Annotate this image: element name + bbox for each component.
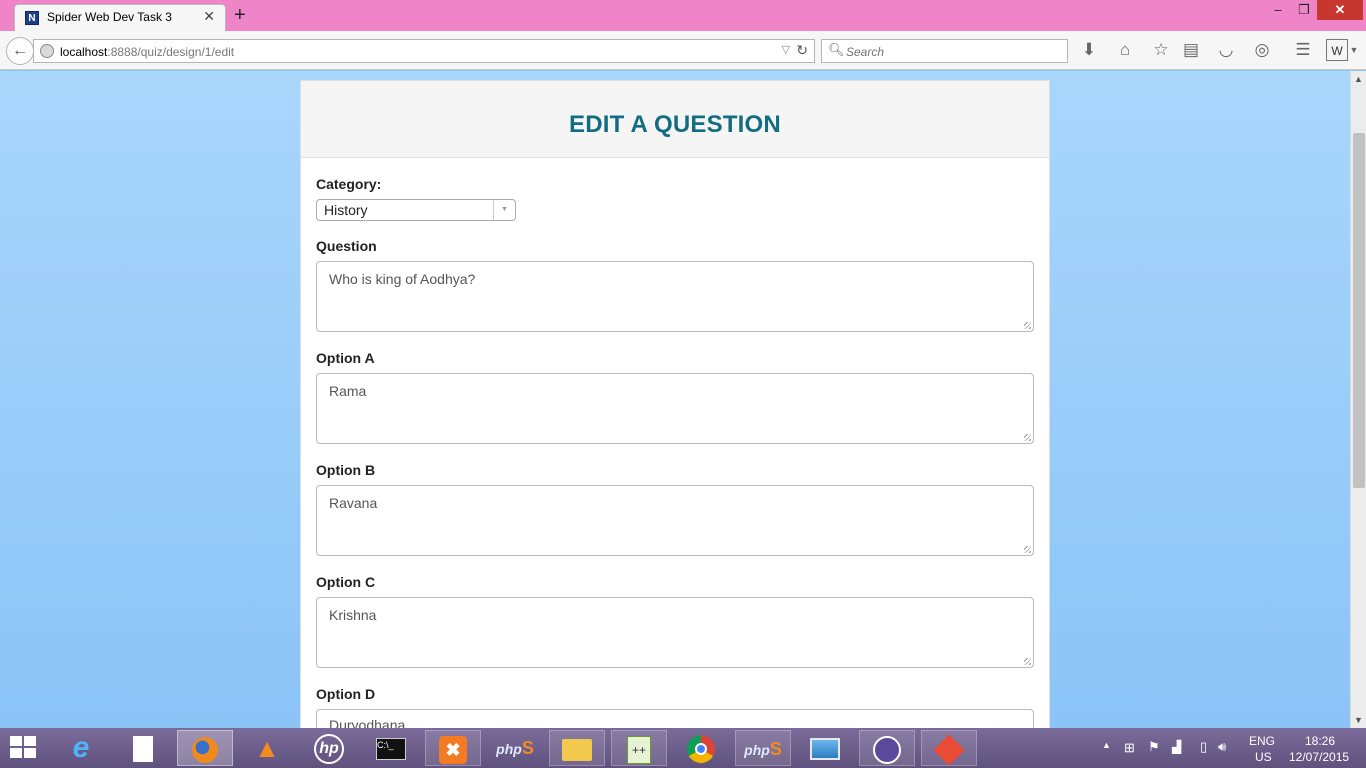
scroll-down-icon[interactable]: ▼: [1354, 715, 1363, 725]
card-header: EDIT A QUESTION: [301, 81, 1049, 158]
xampp-icon[interactable]: ✖: [425, 730, 481, 766]
page-viewport: EDIT A QUESTION Category: History ▼ Ques…: [0, 71, 1350, 728]
git-icon[interactable]: [921, 730, 977, 766]
reading-list-icon[interactable]: ▤: [1180, 39, 1202, 61]
firefox-icon[interactable]: [177, 730, 233, 766]
search-input[interactable]: [846, 43, 1046, 60]
url-host: localhost: [60, 45, 108, 59]
question-label: Question: [316, 238, 377, 254]
minimize-button[interactable]: ‒: [1268, 0, 1288, 20]
globe-icon: [40, 44, 54, 58]
menu-icon[interactable]: ☰: [1292, 39, 1314, 61]
page-scrollbar[interactable]: ▲ ▼: [1350, 71, 1366, 728]
flag-icon[interactable]: ⚑: [1148, 739, 1160, 755]
vlc-icon[interactable]: ▲: [239, 730, 295, 766]
network-signal-icon[interactable]: ▟: [1172, 740, 1181, 754]
option-a-label: Option A: [316, 350, 375, 366]
resize-grip-icon[interactable]: [1024, 434, 1031, 441]
resize-grip-icon[interactable]: [1024, 322, 1031, 329]
tab-close-icon[interactable]: ✕: [203, 8, 215, 25]
new-tab-button[interactable]: +: [234, 4, 246, 26]
category-selected-value: History: [324, 202, 368, 218]
clock-date: 12/07/2015: [1289, 750, 1350, 764]
option-a-text: Rama: [329, 383, 367, 399]
url-path: :8888/quiz/design/1/edit: [107, 45, 235, 59]
file-icon[interactable]: [115, 730, 171, 766]
option-d-text: Duryodhana: [329, 717, 406, 728]
option-c-text: Krishna: [329, 607, 377, 623]
photos-icon[interactable]: [797, 730, 853, 766]
home-icon[interactable]: ⌂: [1114, 39, 1136, 61]
navigation-toolbar: localhost:8888/quiz/design/1/edit ▽ ↻ ← …: [0, 31, 1366, 70]
option-a-textarea[interactable]: Rama: [316, 373, 1034, 444]
internet-explorer-icon[interactable]: e: [53, 730, 109, 766]
command-prompt-icon[interactable]: C:\_: [363, 730, 419, 766]
windows-taskbar: e ▲ hp C:\_ ✖ phpS ++ phpS ▲ ⊞ ⚑ ▟ ▯ 🔊︎ …: [0, 728, 1366, 768]
search-bar[interactable]: 🔍︎: [821, 39, 1068, 63]
tab-title: Spider Web Dev Task 3: [47, 10, 172, 24]
resize-grip-icon[interactable]: [1024, 546, 1031, 553]
question-text: Who is king of Aodhya?: [329, 271, 476, 287]
sync-icon[interactable]: ◎: [1251, 39, 1273, 61]
file-explorer-icon[interactable]: [549, 730, 605, 766]
edit-question-card: EDIT A QUESTION Category: History ▼ Ques…: [300, 80, 1050, 728]
resize-grip-icon[interactable]: [1024, 658, 1031, 665]
browser-tab[interactable]: N Spider Web Dev Task 3 ✕: [14, 4, 226, 31]
scroll-up-icon[interactable]: ▲: [1354, 74, 1363, 84]
option-b-textarea[interactable]: Ravana: [316, 485, 1034, 556]
option-c-textarea[interactable]: Krishna: [316, 597, 1034, 668]
extension-icon[interactable]: W: [1326, 39, 1348, 61]
show-hidden-icons-icon[interactable]: ▲: [1102, 740, 1111, 750]
action-center-icon[interactable]: ⊞: [1124, 740, 1135, 756]
notepad-plus-plus-icon[interactable]: ++: [611, 730, 667, 766]
url-history-dropdown-icon[interactable]: ▽: [782, 43, 790, 56]
option-b-label: Option B: [316, 462, 376, 478]
extension-dropdown-icon[interactable]: ▼: [1348, 39, 1360, 61]
option-b-text: Ravana: [329, 495, 378, 511]
back-button[interactable]: ←: [6, 37, 34, 65]
bookmark-star-icon[interactable]: ☆: [1150, 39, 1172, 61]
reload-icon[interactable]: ↻: [796, 42, 808, 59]
close-window-button[interactable]: ✕: [1317, 0, 1363, 20]
category-select[interactable]: History ▼: [316, 199, 516, 221]
volume-icon[interactable]: 🔊︎: [1218, 739, 1226, 755]
option-c-label: Option C: [316, 574, 376, 590]
github-icon[interactable]: [859, 730, 915, 766]
phpstorm-icon[interactable]: phpS: [487, 730, 543, 766]
option-d-textarea[interactable]: Duryodhana: [316, 709, 1034, 728]
url-text[interactable]: localhost:8888/quiz/design/1/edit: [60, 45, 234, 59]
language-indicator[interactable]: ENG: [1249, 734, 1275, 748]
hp-icon[interactable]: hp: [301, 730, 357, 766]
tab-favicon-icon: N: [25, 11, 39, 25]
windows-start-icon[interactable]: [10, 736, 38, 760]
address-bar[interactable]: localhost:8888/quiz/design/1/edit ▽ ↻: [33, 39, 815, 63]
clock-time[interactable]: 18:26: [1305, 734, 1335, 748]
category-label: Category:: [316, 176, 382, 192]
option-d-label: Option D: [316, 686, 376, 702]
restore-button[interactable]: ❐: [1294, 0, 1314, 20]
system-tray: ▲ ⊞ ⚑ ▟ ▯ 🔊︎: [1100, 728, 1240, 768]
download-icon[interactable]: ⬇: [1078, 39, 1100, 61]
page-title: EDIT A QUESTION: [569, 111, 781, 138]
battery-icon[interactable]: ▯: [1200, 739, 1207, 755]
chevron-down-icon[interactable]: ▼: [493, 200, 515, 220]
browser-titlebar: N Spider Web Dev Task 3 ✕ + ‒ ❐ ✕: [0, 0, 1366, 31]
search-icon: 🔍︎: [828, 42, 845, 57]
phpstorm-2-icon[interactable]: phpS: [735, 730, 791, 766]
chrome-icon[interactable]: [673, 730, 729, 766]
edit-form: Category: History ▼ Question Who is king…: [301, 158, 1049, 728]
language-region: US: [1255, 750, 1272, 764]
pocket-icon[interactable]: ◡: [1215, 39, 1237, 61]
question-textarea[interactable]: Who is king of Aodhya?: [316, 261, 1034, 332]
scroll-thumb[interactable]: [1353, 133, 1365, 488]
